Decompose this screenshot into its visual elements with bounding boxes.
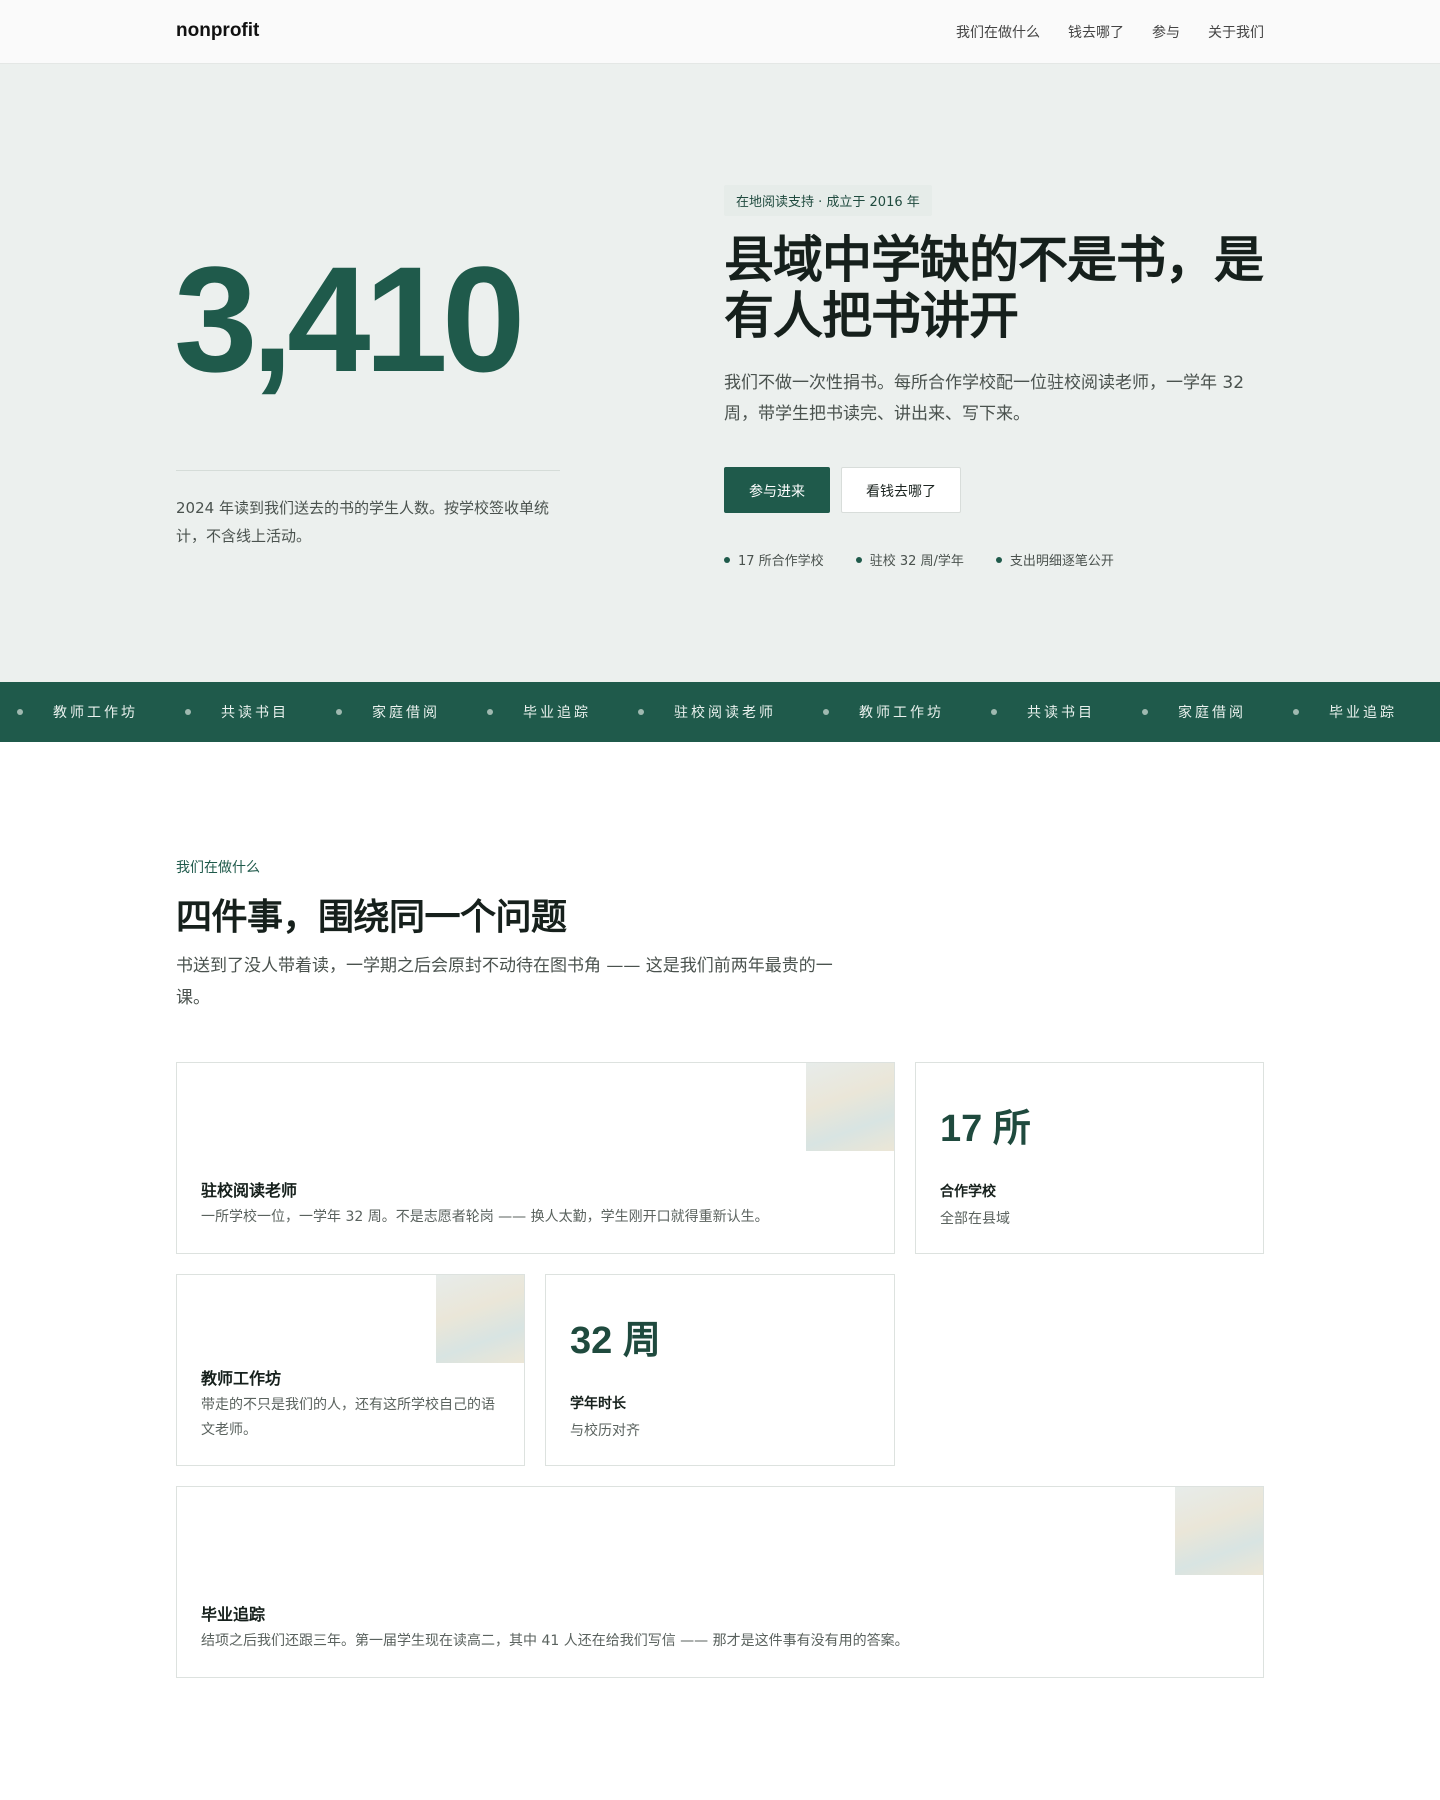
fact-item: 支出明细逐笔公开 bbox=[995, 550, 1114, 569]
card-title: 教师工作坊 bbox=[201, 1369, 282, 1388]
see-spending-button[interactable]: 看钱去哪了 bbox=[841, 467, 961, 513]
nav-link-what-we-do[interactable]: 我们在做什么 bbox=[956, 22, 1040, 42]
card-resident-teacher[interactable]: 驻校阅读老师 一所学校一位，一学年 32 周。不是志愿者轮岗 —— 换人太勤，学… bbox=[176, 1062, 895, 1254]
nav-link-join[interactable]: 参与 bbox=[1152, 22, 1180, 42]
ticker-dot-icon bbox=[1293, 709, 1299, 715]
ticker-dot-icon bbox=[638, 709, 644, 715]
ticker-item: 教师工作坊 bbox=[859, 705, 944, 721]
join-button[interactable]: 参与进来 bbox=[724, 467, 830, 513]
stat-sub: 与校历对齐 bbox=[570, 1423, 640, 1439]
card-graduation-tracking[interactable]: 毕业追踪 结项之后我们还跟三年。第一届学生现在读高二，其中 41 人还在给我们写… bbox=[176, 1486, 1264, 1678]
section-title: 四件事，围绕同一个问题 bbox=[176, 897, 567, 938]
ticker-item: 家庭借阅 bbox=[372, 705, 440, 721]
ticker-item: 毕业追踪 bbox=[523, 705, 591, 721]
card-teacher-workshop[interactable]: 教师工作坊 带走的不只是我们的人，还有这所学校自己的语文老师。 bbox=[176, 1274, 525, 1466]
hero-student-count: 3,410 bbox=[174, 235, 525, 403]
card-title: 毕业追踪 bbox=[201, 1605, 266, 1624]
ticker-track: 教师工作坊 共读书目 家庭借阅 毕业追踪 驻校阅读老师 教师工作坊 共读书目 家… bbox=[0, 682, 1440, 742]
bullet-dot-icon bbox=[995, 556, 1002, 563]
card-thumbnail-image bbox=[436, 1275, 524, 1363]
programs-ticker: 教师工作坊 共读书目 家庭借阅 毕业追踪 驻校阅读老师 教师工作坊 共读书目 家… bbox=[0, 682, 1440, 742]
card-thumbnail-image bbox=[1175, 1487, 1263, 1575]
card-thumbnail-image bbox=[806, 1063, 894, 1151]
nav-link-about[interactable]: 关于我们 bbox=[1208, 22, 1264, 42]
stat-label: 学年时长 bbox=[570, 1396, 626, 1412]
card-stat-schools: 17 所 合作学校 全部在县域 bbox=[915, 1062, 1264, 1254]
hero-divider bbox=[176, 470, 560, 471]
section-lead: 书送到了没人带着读，一学期之后会原封不动待在图书角 —— 这是我们前两年最贵的一… bbox=[176, 956, 833, 1008]
card-text: 结项之后我们还跟三年。第一届学生现在读高二，其中 41 人还在给我们写信 —— … bbox=[201, 1633, 909, 1649]
ticker-dot-icon bbox=[991, 709, 997, 715]
stat-sub: 全部在县域 bbox=[940, 1211, 1010, 1227]
hero-headline: 县域中学缺的不是书，是有人把书讲开 bbox=[724, 231, 1264, 345]
stat-value: 32 周 bbox=[570, 1320, 661, 1362]
ticker-item: 家庭借阅 bbox=[1178, 705, 1246, 721]
card-title: 驻校阅读老师 bbox=[201, 1181, 298, 1200]
ticker-item: 驻校阅读老师 bbox=[674, 705, 776, 721]
ticker-dot-icon bbox=[1142, 709, 1148, 715]
ticker-item: 教师工作坊 bbox=[53, 705, 138, 721]
bullet-dot-icon bbox=[724, 556, 730, 563]
nav-links: 我们在做什么 钱去哪了 参与 关于我们 bbox=[956, 22, 1264, 42]
hero-facts: 17 所合作学校 驻校 32 周/学年 支出明细逐笔公开 bbox=[724, 550, 1114, 569]
ticker-dot-icon bbox=[336, 709, 342, 715]
hero-section: 3,410 2024 年读到我们送去的书的学生人数。按学校签收单统计，不含线上活… bbox=[0, 64, 1440, 682]
fact-item: 17 所合作学校 bbox=[724, 550, 824, 569]
nav-link-where-money-goes[interactable]: 钱去哪了 bbox=[1068, 22, 1124, 42]
ticker-dot-icon bbox=[17, 709, 23, 715]
brand-logo[interactable]: nonprofit bbox=[176, 20, 259, 42]
card-text: 带走的不只是我们的人，还有这所学校自己的语文老师。 bbox=[201, 1397, 495, 1438]
section-eyebrow: 我们在做什么 bbox=[176, 860, 260, 876]
card-stat-weeks: 32 周 学年时长 与校历对齐 bbox=[545, 1274, 895, 1466]
top-nav: nonprofit 我们在做什么 钱去哪了 参与 关于我们 bbox=[0, 0, 1440, 64]
bullet-dot-icon bbox=[855, 556, 862, 563]
hero-lead: 我们不做一次性捐书。每所合作学校配一位驻校阅读老师，一学年 32 周，带学生把书… bbox=[724, 373, 1245, 424]
hero-eyebrow: 在地阅读支持 · 成立于 2016 年 bbox=[724, 185, 932, 216]
ticker-dot-icon bbox=[185, 709, 191, 715]
hero-number-caption: 2024 年读到我们送去的书的学生人数。按学校签收单统计，不含线上活动。 bbox=[176, 499, 549, 545]
ticker-item: 共读书目 bbox=[1027, 705, 1095, 721]
fact-item: 驻校 32 周/学年 bbox=[855, 550, 964, 569]
card-text: 一所学校一位，一学年 32 周。不是志愿者轮岗 —— 换人太勤，学生刚开口就得重… bbox=[201, 1209, 769, 1225]
ticker-dot-icon bbox=[487, 709, 493, 715]
ticker-item: 共读书目 bbox=[221, 705, 289, 721]
stat-label: 合作学校 bbox=[940, 1184, 996, 1200]
ticker-item: 毕业追踪 bbox=[1329, 705, 1397, 721]
stat-value: 17 所 bbox=[940, 1108, 1031, 1150]
ticker-dot-icon bbox=[823, 709, 829, 715]
